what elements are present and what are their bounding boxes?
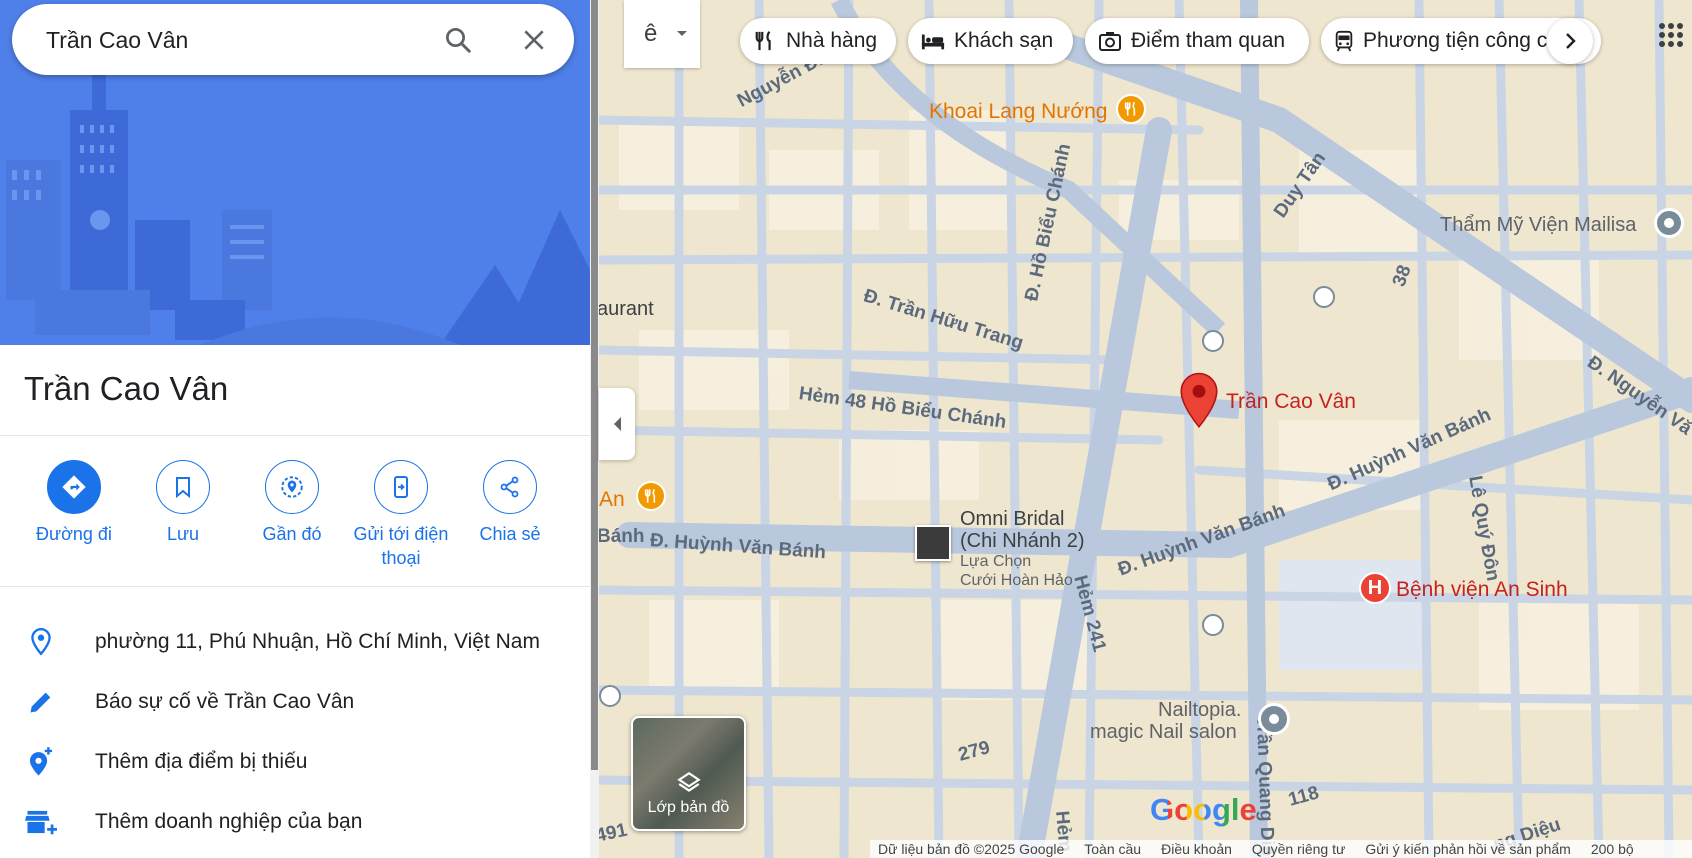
poi-label[interactable]: aurant [599, 298, 654, 321]
divider [0, 435, 590, 436]
page-title: Trần Cao Vân [24, 370, 229, 407]
privacy-link[interactable]: Quyền riêng tư [1252, 841, 1345, 857]
add-location-icon [24, 745, 58, 779]
collapse-panel-button[interactable] [599, 388, 635, 460]
poi-label[interactable]: Nailtopia. [1158, 699, 1241, 722]
add-business-row[interactable]: Thêm doanh nghiệp của bạn [0, 792, 590, 852]
directions-button[interactable]: Đường đi [19, 460, 129, 546]
add-business-icon [24, 805, 58, 839]
report-issue-row[interactable]: Báo sự cố về Trần Cao Vân [0, 672, 590, 732]
location-marker-icon[interactable] [1179, 372, 1219, 435]
nearby-icon [265, 460, 319, 514]
apps-grid-icon[interactable] [1658, 22, 1684, 48]
map-data-attribution: Dữ liệu bản đồ ©2025 Google [878, 841, 1065, 857]
poi-label[interactable]: magic Nail salon [1090, 721, 1237, 744]
address-text: phường 11, Phú Nhuận, Hồ Chí Minh, Việt … [95, 630, 540, 653]
poi-label[interactable]: Bệnh viện An Sinh [1396, 578, 1568, 602]
share-icon [483, 460, 537, 514]
business-name: Omni Bridal [960, 508, 1065, 530]
save-label: Lưu [166, 524, 200, 544]
send-to-phone-button[interactable]: Gửi tới điện thoại [346, 460, 456, 570]
search-input[interactable] [46, 22, 406, 58]
transit-icon [1333, 28, 1355, 54]
close-icon[interactable] [516, 22, 552, 58]
send-to-phone-icon [374, 460, 428, 514]
add-missing-place-row[interactable]: Thêm địa điểm bị thiếu [0, 732, 590, 792]
bus-stop-icon[interactable] [1202, 330, 1224, 352]
hotel-icon [920, 28, 946, 54]
share-label: Chia sẻ [479, 524, 541, 544]
search-icon[interactable] [440, 22, 476, 58]
input-tools-glyph: ê [644, 20, 658, 47]
search-box[interactable] [12, 4, 574, 75]
bus-stop-icon[interactable] [599, 685, 621, 707]
chip-hotels[interactable]: Khách sạn [908, 18, 1073, 64]
marker-label[interactable]: Trần Cao Vân [1226, 390, 1356, 414]
chip-label: Điểm tham quan [1131, 29, 1286, 52]
chip-label: Nhà hàng [786, 29, 878, 52]
send-to-phone-label: Gửi tới điện thoại [346, 522, 456, 570]
map-layers-button[interactable]: Lớp bản đồ [631, 716, 746, 831]
bus-stop-icon[interactable] [1202, 614, 1224, 636]
directions-label: Đường đi [36, 524, 112, 544]
hospital-icon[interactable]: H [1359, 572, 1391, 604]
panel-scrollbar[interactable] [590, 0, 599, 858]
chip-label: Khách sạn [954, 29, 1054, 52]
business-tagline: Cưới Hoàn Hảo [960, 572, 1073, 589]
restaurant-icon[interactable] [636, 481, 666, 511]
chip-attractions[interactable]: Điểm tham quan [1085, 18, 1309, 64]
directions-icon [47, 460, 101, 514]
google-logo-text: Google [1150, 792, 1257, 827]
location-pin-icon [24, 625, 58, 659]
business-name-branch: (Chi Nhánh 2) [960, 530, 1085, 552]
nearby-button[interactable]: Gần đó [237, 460, 347, 546]
send-to-phone-label-line1: Gửi tới điện [353, 524, 449, 544]
panel-scroll-thumb[interactable] [591, 0, 598, 770]
chevron-left-icon [614, 417, 621, 431]
camera-icon [1097, 28, 1123, 54]
street-label: Bánh [599, 526, 645, 547]
global-link[interactable]: Toàn cầu [1084, 841, 1141, 857]
report-issue-text: Báo sự cố về Trần Cao Vân [95, 690, 355, 713]
input-tools-button[interactable]: ê [624, 0, 700, 68]
poi-label[interactable]: An [599, 488, 625, 512]
share-button[interactable]: Chia sẻ [455, 460, 565, 546]
send-to-phone-label-line2: thoại [381, 548, 421, 568]
bookmark-icon [156, 460, 210, 514]
business-label[interactable]: Omni Bridal (Chi Nhánh 2) Lựa Chọn Cưới … [960, 508, 1085, 590]
scale-label[interactable]: 200 bộ [1591, 841, 1634, 857]
add-missing-place-text: Thêm địa điểm bị thiếu [95, 750, 308, 773]
restaurant-icon[interactable] [1116, 94, 1146, 124]
add-business-text: Thêm doanh nghiệp của bạn [95, 810, 363, 833]
chip-restaurants[interactable]: Nhà hàng [740, 18, 896, 64]
feedback-link[interactable]: Gửi ý kiến phản hồi về sản phẩm [1365, 841, 1571, 857]
restaurant-icon [752, 28, 778, 54]
save-button[interactable]: Lưu [128, 460, 238, 546]
divider [0, 586, 590, 587]
map-canvas[interactable]: Nguyễn Đình Đ. Hồ Biểu Chánh Đ. Trần Hữu… [599, 0, 1692, 858]
address-row[interactable]: phường 11, Phú Nhuận, Hồ Chí Minh, Việt … [0, 612, 590, 672]
poi-circle-icon[interactable] [1258, 703, 1290, 735]
pencil-icon [24, 685, 58, 719]
layers-label: Lớp bản đồ [647, 799, 730, 816]
poi-label[interactable]: Thẩm Mỹ Viện Mailisa [1440, 214, 1636, 237]
layers-icon [677, 771, 701, 792]
google-logo: Google [1150, 792, 1257, 828]
poi-circle-icon[interactable] [1654, 208, 1684, 238]
terms-link[interactable]: Điều khoản [1161, 841, 1232, 857]
poi-label[interactable]: Khoai Lang Nướng [929, 100, 1107, 124]
bus-stop-icon[interactable] [1313, 286, 1335, 308]
nearby-label: Gần đó [262, 524, 322, 544]
chevron-right-icon [1566, 33, 1576, 49]
chips-scroll-right-button[interactable] [1547, 18, 1593, 64]
business-thumbnail[interactable] [915, 525, 951, 561]
place-panel: Trần Cao Vân Đường đi Lưu Gần đó Gửi tới… [0, 0, 590, 858]
chevron-down-icon [677, 31, 688, 36]
map-footer: Dữ liệu bản đồ ©2025 Google Toàn cầu Điề… [870, 840, 1692, 858]
business-tagline: Lựa Chọn [960, 553, 1032, 570]
